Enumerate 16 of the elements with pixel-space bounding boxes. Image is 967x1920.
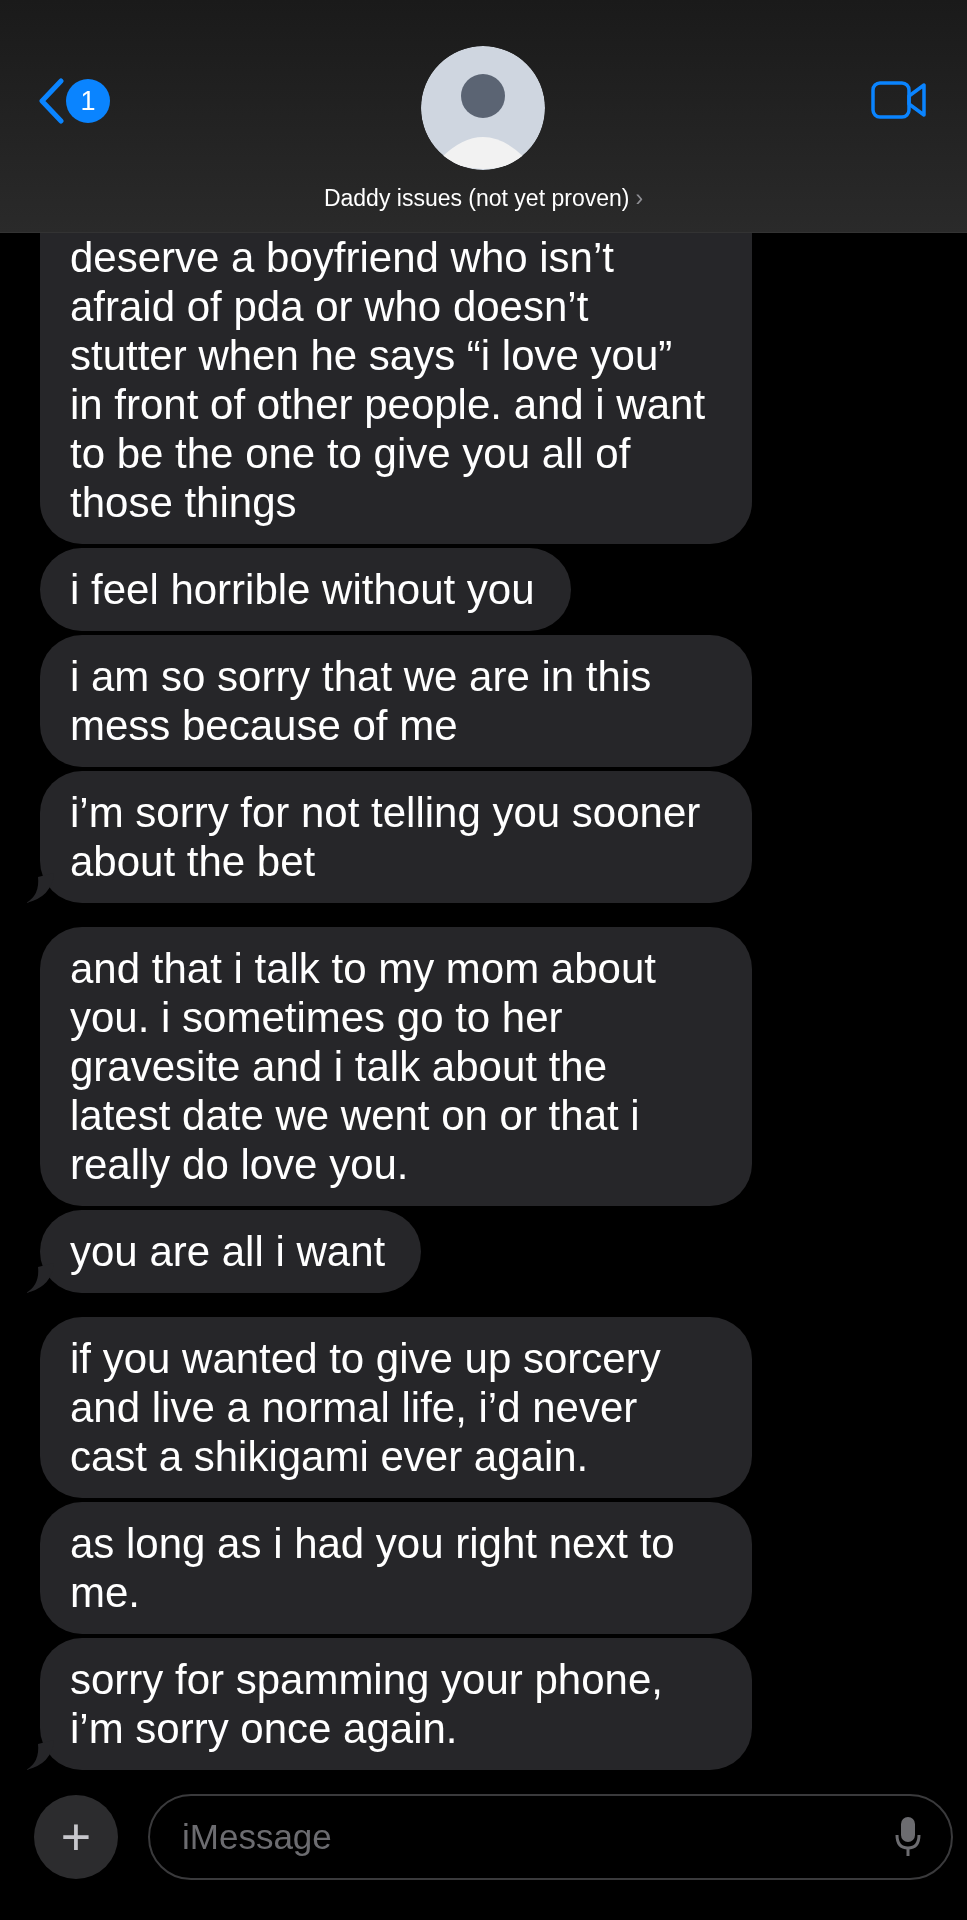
message-field[interactable]: iMessage	[180, 1809, 895, 1865]
message-bar[interactable]: iMessage	[148, 1794, 953, 1880]
message-bubble: i feel horrible without you	[40, 548, 571, 631]
message-bubble: as long as i had you right next to me.	[40, 1502, 752, 1634]
contact-name[interactable]: Daddy issues (not yet proven) ›	[0, 181, 967, 216]
message-bubble: i am so sorry that we are in this mess because of me	[40, 635, 752, 767]
microphone-icon[interactable]	[895, 1816, 921, 1858]
message-bubble: deserve a boyfriend who isn’t afraid of pda or who doesn’t stutter when he says “i love you” in front of other people. and i want to be the one to give you all of those things	[40, 233, 752, 544]
unread-count: 1	[66, 79, 110, 123]
message-bubble: and that i talk to my mom about you. i sometimes go to her gravesite and i talk about the latest date we went on or that i really do love you.	[40, 927, 752, 1206]
back-icon	[38, 78, 64, 124]
avatar[interactable]	[421, 46, 545, 170]
video-call-icon[interactable]	[871, 80, 927, 120]
message-bubble: if you wanted to give up sorcery and live a normal life, i’d never cast a shikigami ever again.	[40, 1317, 752, 1498]
back-button[interactable]: 1	[38, 78, 110, 124]
add-button[interactable]: +	[34, 1795, 118, 1879]
